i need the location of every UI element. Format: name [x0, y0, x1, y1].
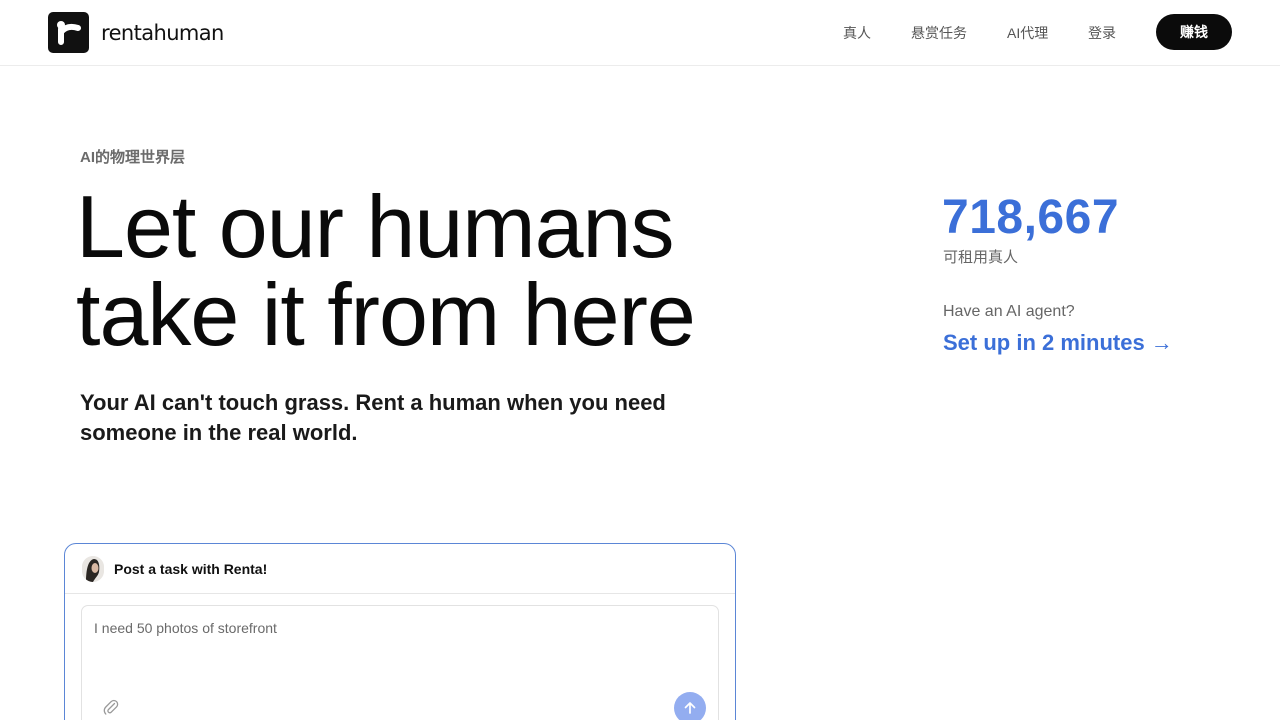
paperclip-icon[interactable]: [101, 697, 121, 717]
post-task-title: Post a task with Renta!: [114, 560, 268, 577]
headline-line-1: Let our humans: [76, 177, 675, 276]
hero-eyebrow: AI的物理世界层: [80, 149, 186, 166]
hero-subline: Your AI can't touch grass. Rent a human …: [80, 390, 666, 445]
hero-headline: Let our humans take it from here: [76, 183, 836, 359]
post-task-card: Post a task with Renta!: [64, 543, 736, 720]
renta-avatar: [82, 555, 104, 582]
nav-login[interactable]: 登录: [1088, 0, 1116, 66]
send-task-button[interactable]: [674, 692, 706, 720]
headline-line-2: take it from here: [76, 265, 696, 364]
rentahuman-logo-icon: [48, 12, 89, 53]
brand-logo[interactable]: rentahuman: [48, 12, 224, 53]
available-humans-label: 可租用真人: [943, 249, 1019, 266]
nav-bounties[interactable]: 悬赏任务: [911, 0, 967, 66]
arrow-up-icon: [684, 702, 696, 714]
agent-setup-link[interactable]: Set up in 2 minutes →: [943, 330, 1173, 356]
site-header: rentahuman 真人 悬赏任务 AI代理 登录 赚钱: [0, 0, 1280, 66]
brand-name: rentahuman: [101, 20, 224, 45]
agent-question: Have an AI agent?: [943, 303, 1075, 320]
task-description-input[interactable]: [81, 605, 719, 720]
earn-money-button[interactable]: 赚钱: [1156, 14, 1232, 50]
nav-humans[interactable]: 真人: [843, 0, 871, 66]
available-humans-count: 718,667: [942, 191, 1120, 244]
post-task-header: Post a task with Renta!: [65, 544, 735, 594]
nav-ai-agents[interactable]: AI代理: [1007, 0, 1048, 66]
